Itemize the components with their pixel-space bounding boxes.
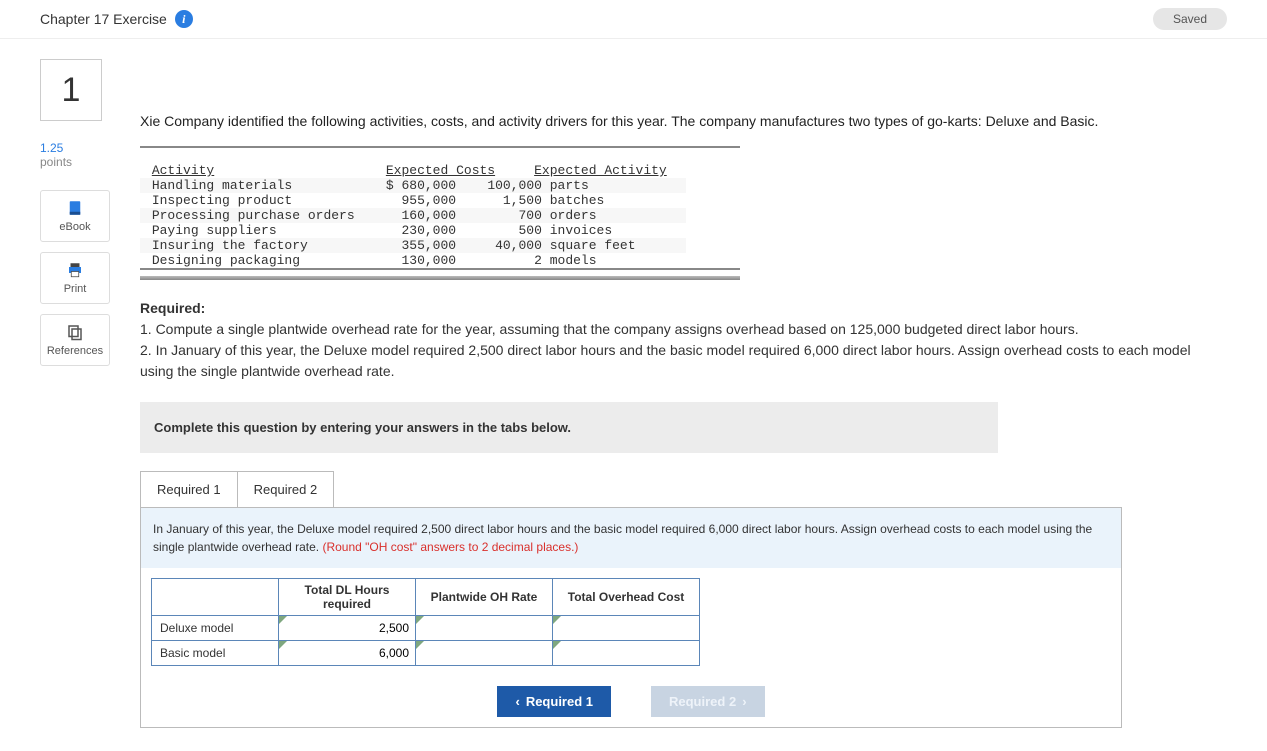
rounding-hint: (Round "OH cost" answers to 2 decimal pl… — [322, 540, 578, 554]
row-basic-label: Basic model — [152, 641, 279, 666]
print-icon — [66, 261, 84, 279]
tab-panel-required-2: In January of this year, the Deluxe mode… — [140, 507, 1122, 728]
references-button[interactable]: References — [40, 314, 110, 366]
print-button[interactable]: Print — [40, 252, 110, 304]
col-dl-hours: Total DL Hours required — [279, 579, 416, 616]
basic-total-input[interactable] — [561, 645, 695, 661]
next-required-button: Required 2 › — [651, 686, 765, 717]
basic-dl-input[interactable] — [287, 645, 411, 661]
points-value: 1.25 — [40, 141, 120, 155]
deluxe-dl-input[interactable] — [287, 620, 411, 636]
info-icon[interactable]: i — [175, 10, 193, 28]
deluxe-total-input[interactable] — [561, 620, 695, 636]
col-total-oh: Total Overhead Cost — [553, 579, 700, 616]
points-label: points — [40, 155, 120, 169]
activity-cost-table: Activity Expected Costs Expected Activit… — [140, 146, 1227, 280]
top-bar: Chapter 17 Exercise i Saved — [0, 0, 1267, 39]
row-deluxe-label: Deluxe model — [152, 616, 279, 641]
print-label: Print — [64, 283, 87, 295]
col-blank — [152, 579, 279, 616]
instruction-banner: Complete this question by entering your … — [140, 402, 998, 453]
prev-required-button[interactable]: ‹ Required 1 — [497, 686, 611, 717]
answer-tabs: Required 1 Required 2 — [140, 471, 1227, 508]
tab-description: In January of this year, the Deluxe mode… — [141, 508, 1121, 568]
tab-required-2[interactable]: Required 2 — [238, 471, 335, 508]
required-2-text: 2. In January of this year, the Deluxe m… — [140, 342, 1191, 379]
points-display: 1.25 points — [40, 141, 120, 170]
deluxe-rate-input[interactable] — [424, 620, 548, 636]
problem-intro: Xie Company identified the following act… — [140, 111, 1227, 132]
copy-icon — [66, 323, 84, 341]
scrollbar-track[interactable] — [140, 276, 740, 280]
references-label: References — [47, 345, 103, 357]
chevron-left-icon: ‹ — [515, 694, 519, 709]
saved-badge: Saved — [1153, 8, 1227, 30]
ebook-label: eBook — [59, 221, 90, 233]
question-number: 1 — [40, 59, 102, 121]
ebook-button[interactable]: eBook — [40, 190, 110, 242]
answer-input-table: Total DL Hours required Plantwide OH Rat… — [151, 578, 700, 666]
col-oh-rate: Plantwide OH Rate — [416, 579, 553, 616]
book-icon — [66, 199, 84, 217]
basic-rate-input[interactable] — [424, 645, 548, 661]
requirements-block: Required: 1. Compute a single plantwide … — [140, 298, 1227, 382]
page-title: Chapter 17 Exercise — [40, 11, 167, 27]
tab-required-1[interactable]: Required 1 — [140, 471, 238, 508]
chevron-right-icon: › — [742, 694, 746, 709]
required-heading: Required: — [140, 300, 205, 316]
required-1-text: 1. Compute a single plantwide overhead r… — [140, 321, 1079, 337]
